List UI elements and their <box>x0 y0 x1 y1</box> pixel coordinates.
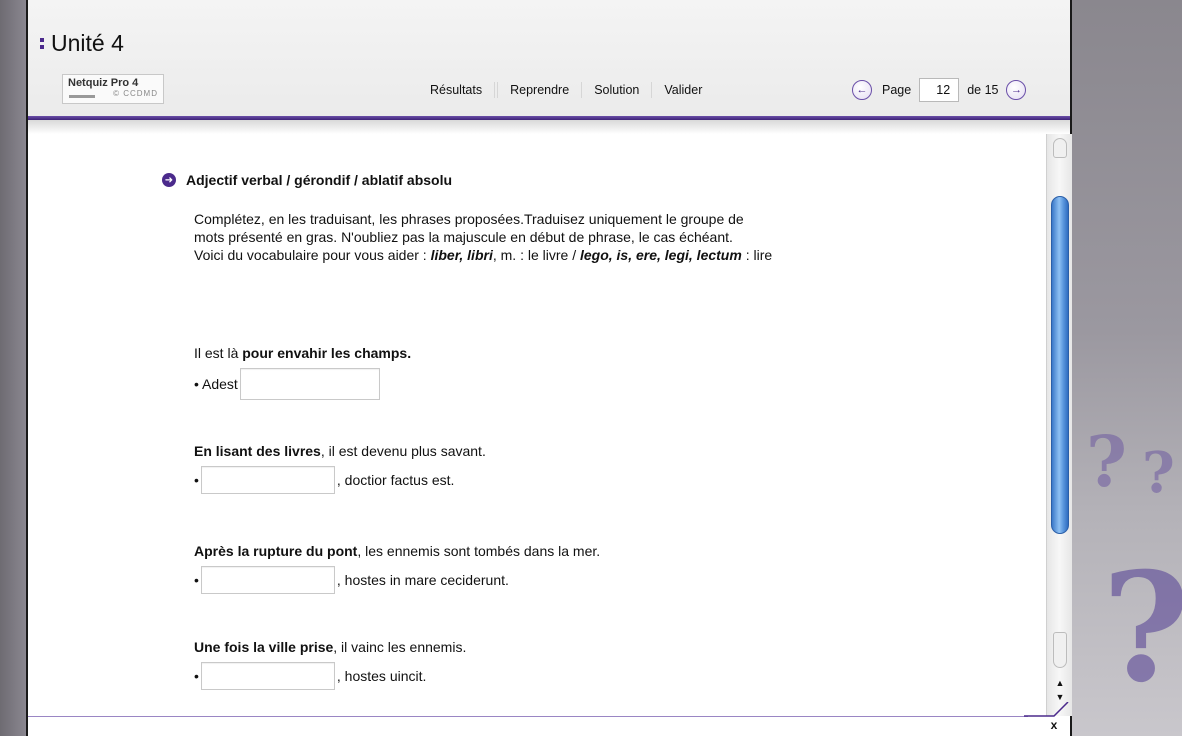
quiz-content: ➜ Adjectif verbal / gérondif / ablatif a… <box>28 134 1046 714</box>
answer-suffix: , doctior factus est. <box>336 472 455 488</box>
answer-prefix: • Adest <box>194 376 238 392</box>
instructions: Complétez, en les traduisant, les phrase… <box>194 210 954 264</box>
answer-prefix: • <box>194 572 199 588</box>
answer-input[interactable] <box>239 368 380 400</box>
footer-divider <box>28 716 1028 717</box>
scroll-thumb[interactable] <box>1051 196 1069 534</box>
question-mark-decoration: ? <box>1142 440 1175 506</box>
toolbar: Résultats Reprendre Solution Valider <box>418 80 714 100</box>
answer-prefix: • <box>194 668 199 684</box>
instructions-line: Voici du vocabulaire pour vous aider : l… <box>194 246 954 264</box>
prompt-bold-text: Après la rupture du pont <box>194 543 358 559</box>
page-label: Page <box>882 83 912 97</box>
question-prompt: Une fois la ville prise, il vainc les en… <box>194 638 466 656</box>
validate-button[interactable]: Valider <box>652 83 714 97</box>
prompt-text: , il est devenu plus savant. <box>320 443 486 459</box>
title-area: Unité 4 <box>40 30 124 57</box>
vocab-intro: Voici du vocabulaire pour vous aider : <box>194 247 431 263</box>
answer-suffix: , hostes uincit. <box>336 668 427 684</box>
scroll-track-cap <box>1053 138 1067 158</box>
section-heading: ➜ Adjectif verbal / gérondif / ablatif a… <box>162 172 452 188</box>
background-right: ? ? ? <box>1072 0 1182 736</box>
answer-input[interactable] <box>200 566 335 594</box>
header-shadow <box>28 120 1070 134</box>
answer-suffix: , hostes in mare ceciderunt. <box>336 572 509 588</box>
instructions-line: Complétez, en les traduisant, les phrase… <box>194 211 744 227</box>
netquiz-logo: Netquiz Pro 4 © CCDMD <box>62 74 164 104</box>
results-button[interactable]: Résultats <box>418 83 494 97</box>
scroll-track-cap <box>1053 632 1067 668</box>
page-total: de 15 <box>967 83 999 97</box>
prompt-bold-text: Une fois la ville prise <box>194 639 334 655</box>
title-bullet-icon <box>40 38 45 49</box>
prompt-text: Il est là <box>194 345 243 361</box>
page-title: Unité 4 <box>51 30 124 56</box>
answer-row: • , doctior factus est. <box>194 466 486 494</box>
question-item: Après la rupture du pont, les ennemis so… <box>194 542 600 594</box>
answer-row: • , hostes in mare ceciderunt. <box>194 566 600 594</box>
vocab-gloss: : lire <box>741 247 773 263</box>
pager: ← Page 12 de 15 → <box>852 78 1027 102</box>
arrow-right-icon[interactable]: → <box>1006 80 1027 100</box>
question-mark-decoration: ? <box>1102 540 1182 716</box>
question-prompt: En lisant des livres, il est devenu plus… <box>194 442 486 460</box>
vocab-word: lego, is, ere, legi, lectum <box>579 247 742 263</box>
answer-prefix: • <box>194 472 199 488</box>
quiz-window: Unité 4 Netquiz Pro 4 © CCDMD Résultats … <box>26 0 1072 736</box>
answer-row: • , hostes uincit. <box>194 662 466 690</box>
prompt-bold-text: En lisant des livres <box>194 443 321 459</box>
logo-bar <box>69 95 95 98</box>
answer-input[interactable] <box>200 466 335 494</box>
prompt-bold-text: pour envahir les champs. <box>242 345 412 361</box>
logo-name: Netquiz Pro 4 <box>68 77 139 89</box>
question-item: En lisant des livres, il est devenu plus… <box>194 442 486 494</box>
arrow-circle-icon: ➜ <box>162 173 176 187</box>
vocab-word: liber, libri <box>430 247 493 263</box>
solution-button[interactable]: Solution <box>582 83 651 97</box>
vocab-gloss: , m. : le livre / <box>492 247 580 263</box>
restart-button[interactable]: Reprendre <box>498 83 581 97</box>
section-title: Adjectif verbal / gérondif / ablatif abs… <box>186 172 453 188</box>
background-left <box>0 0 26 736</box>
prompt-text: , il vainc les ennemis. <box>333 639 467 655</box>
answer-row: • Adest <box>194 368 411 400</box>
prompt-text: , les ennemis sont tombés dans la mer. <box>357 543 601 559</box>
scroll-up-icon[interactable]: ▲ <box>1053 676 1067 690</box>
vertical-scrollbar[interactable]: ▲ ▼ <box>1046 134 1072 716</box>
instructions-line: mots présenté en gras. N'oubliez pas la … <box>194 229 733 245</box>
question-prompt: Il est là pour envahir les champs. <box>194 344 411 362</box>
close-button[interactable]: x <box>1042 716 1066 734</box>
question-mark-decoration: ? <box>1086 420 1128 503</box>
page-number-input[interactable]: 12 <box>919 78 960 102</box>
question-item: Une fois la ville prise, il vainc les en… <box>194 638 466 690</box>
question-prompt: Après la rupture du pont, les ennemis so… <box>194 542 600 560</box>
question-item: Il est là pour envahir les champs. • Ade… <box>194 344 411 400</box>
arrow-left-icon[interactable]: ← <box>852 80 872 100</box>
header: Unité 4 Netquiz Pro 4 © CCDMD Résultats … <box>28 0 1070 116</box>
answer-input[interactable] <box>200 662 335 690</box>
